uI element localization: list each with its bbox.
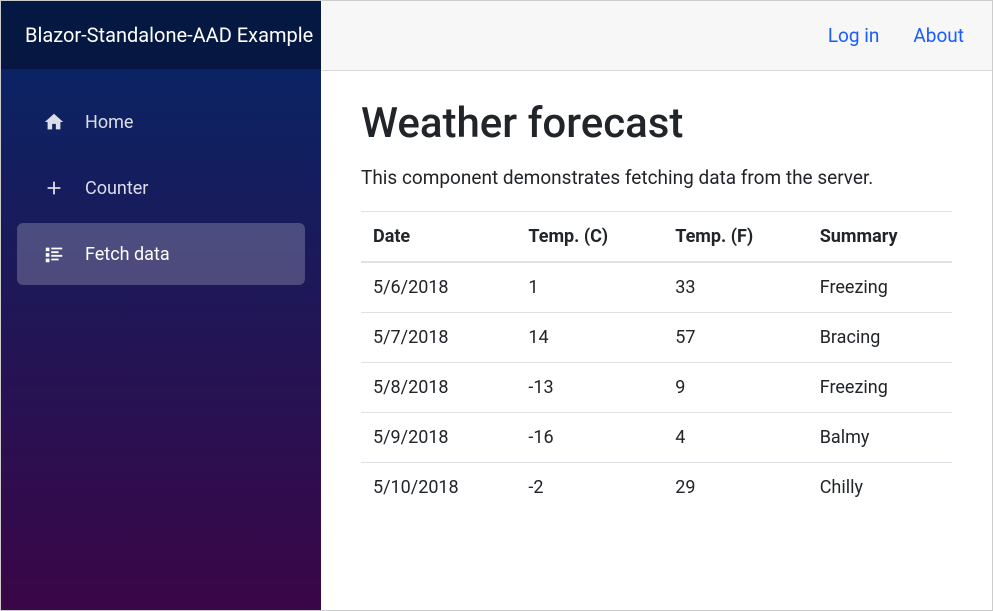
table-row: 5/8/2018 -13 9 Freezing (361, 363, 952, 413)
col-header-summary: Summary (808, 212, 952, 263)
sidebar-item-counter[interactable]: Counter (17, 157, 305, 219)
table-row: 5/7/2018 14 57 Bracing (361, 313, 952, 363)
cell-summary: Freezing (808, 363, 952, 413)
home-icon (41, 109, 67, 135)
page-title: Weather forecast (361, 99, 952, 148)
table-row: 5/9/2018 -16 4 Balmy (361, 413, 952, 463)
col-header-date: Date (361, 212, 516, 263)
cell-tempc: -16 (516, 413, 663, 463)
cell-tempf: 57 (663, 313, 807, 363)
cell-tempf: 4 (663, 413, 807, 463)
sidebar: Blazor-Standalone-AAD Example Home Count… (1, 1, 321, 610)
about-link[interactable]: About (913, 24, 964, 47)
login-link[interactable]: Log in (828, 24, 880, 47)
sidebar-item-label: Home (85, 112, 133, 133)
list-icon (41, 241, 67, 267)
cell-summary: Bracing (808, 313, 952, 363)
sidebar-item-label: Fetch data (85, 244, 170, 265)
cell-tempc: -13 (516, 363, 663, 413)
page-description: This component demonstrates fetching dat… (361, 166, 952, 189)
cell-tempc: 14 (516, 313, 663, 363)
col-header-tempc: Temp. (C) (516, 212, 663, 263)
cell-date: 5/10/2018 (361, 463, 516, 513)
sidebar-item-label: Counter (85, 178, 148, 199)
cell-tempf: 29 (663, 463, 807, 513)
cell-tempf: 9 (663, 363, 807, 413)
top-row: Log in About (321, 1, 992, 71)
page-content: Weather forecast This component demonstr… (321, 71, 992, 610)
cell-date: 5/8/2018 (361, 363, 516, 413)
sidebar-item-fetch-data[interactable]: Fetch data (17, 223, 305, 285)
forecast-table: Date Temp. (C) Temp. (F) Summary 5/6/201… (361, 211, 952, 512)
cell-summary: Balmy (808, 413, 952, 463)
col-header-tempf: Temp. (F) (663, 212, 807, 263)
plus-icon (41, 175, 67, 201)
cell-summary: Freezing (808, 262, 952, 313)
cell-tempc: 1 (516, 262, 663, 313)
cell-date: 5/7/2018 (361, 313, 516, 363)
cell-date: 5/6/2018 (361, 262, 516, 313)
main-area: Log in About Weather forecast This compo… (321, 1, 992, 610)
nav-menu: Home Counter Fetch data (1, 69, 321, 285)
cell-tempc: -2 (516, 463, 663, 513)
table-header-row: Date Temp. (C) Temp. (F) Summary (361, 212, 952, 263)
cell-tempf: 33 (663, 262, 807, 313)
table-row: 5/10/2018 -2 29 Chilly (361, 463, 952, 513)
table-row: 5/6/2018 1 33 Freezing (361, 262, 952, 313)
sidebar-item-home[interactable]: Home (17, 91, 305, 153)
brand-title: Blazor-Standalone-AAD Example (1, 1, 321, 69)
cell-summary: Chilly (808, 463, 952, 513)
cell-date: 5/9/2018 (361, 413, 516, 463)
